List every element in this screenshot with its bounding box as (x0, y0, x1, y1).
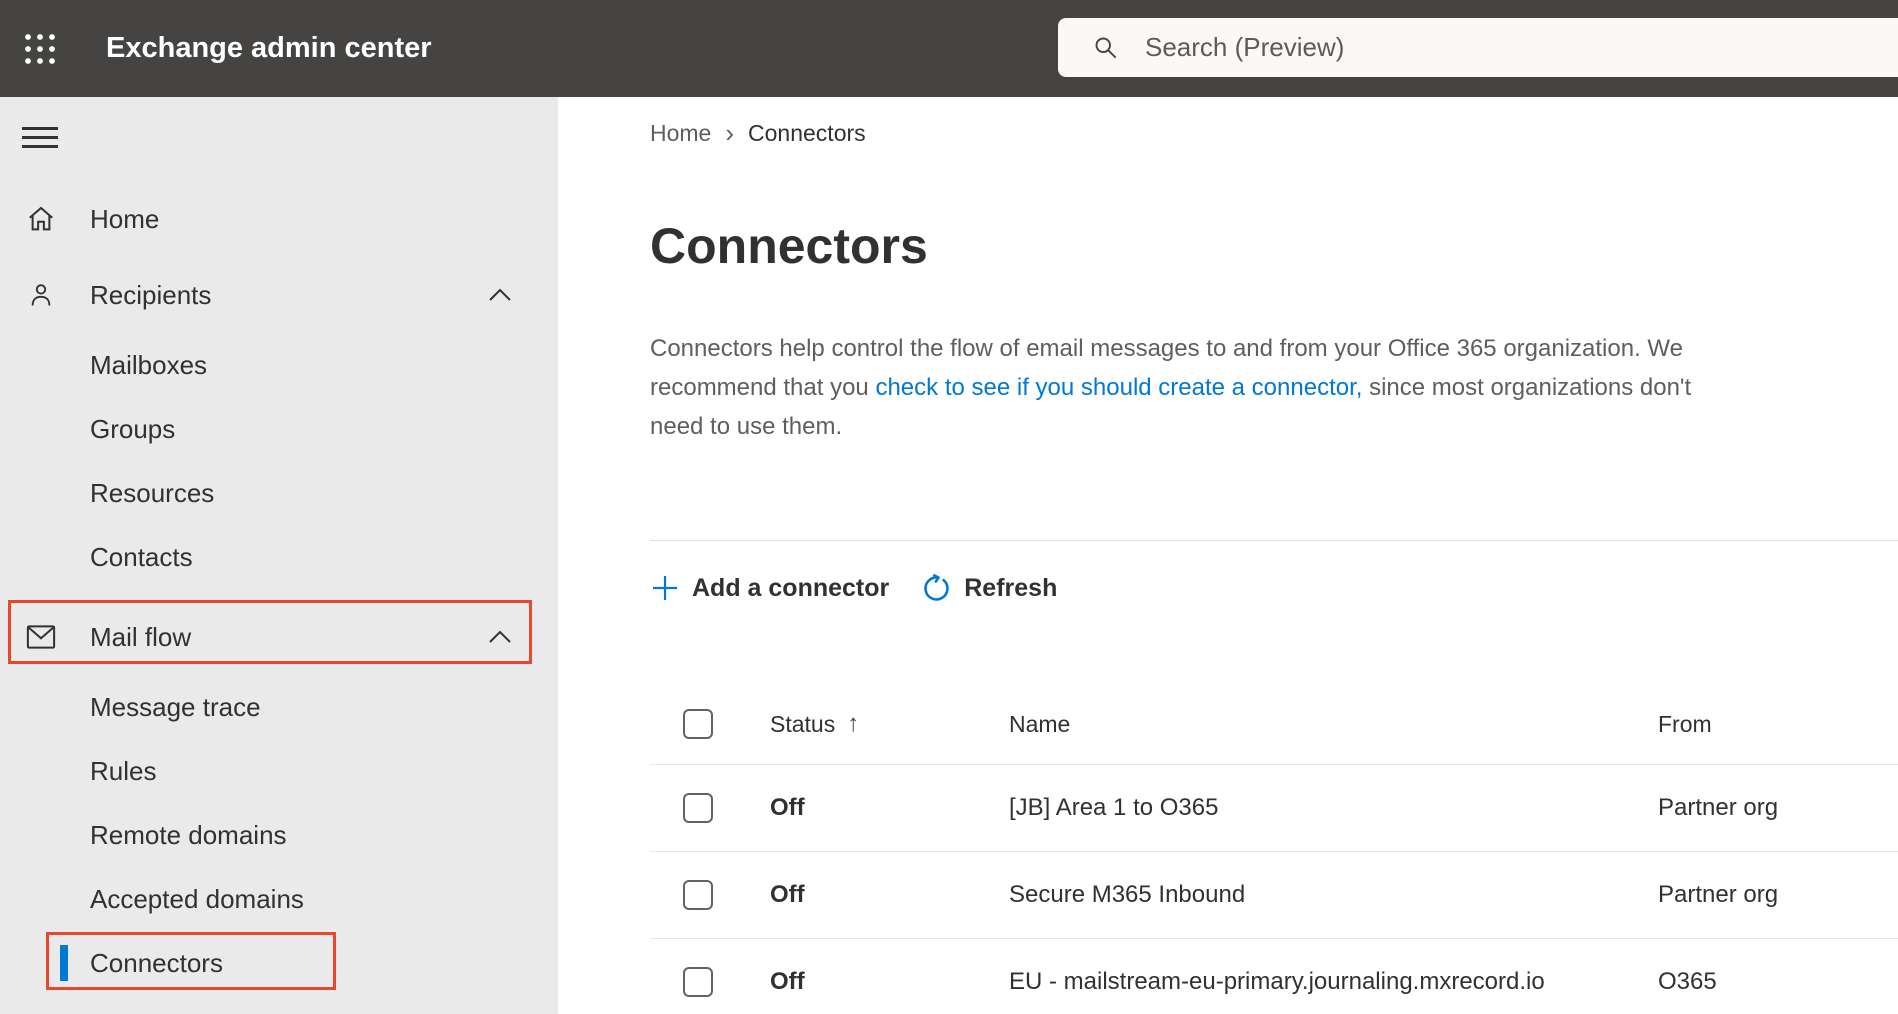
person-icon (26, 280, 56, 310)
connectors-table: Status ↑ Name From Off [JB] Area 1 to O3… (650, 684, 1898, 1014)
toolbar: Add a connector Refresh (650, 565, 1898, 611)
collapse-nav-button[interactable] (22, 117, 62, 157)
status-cell: Off (770, 881, 805, 908)
sidebar-item-label: Rules (90, 755, 157, 786)
column-header-status[interactable]: Status ↑ (770, 710, 1009, 738)
sidebar-item-label: Accepted domains (90, 883, 304, 914)
sidebar-item-mail-flow[interactable]: Mail flow (0, 599, 558, 675)
hamburger-icon (22, 144, 58, 148)
sidebar-item-label: Resources (90, 477, 215, 508)
description-text: recommend that you (650, 374, 876, 401)
name-cell[interactable]: EU - mailstream-eu-primary.journaling.mx… (1009, 968, 1658, 996)
status-cell: Off (770, 968, 805, 995)
from-cell: Partner org (1658, 881, 1779, 908)
column-header-from[interactable]: From (1658, 711, 1898, 738)
column-header-label: Status (770, 710, 836, 737)
hamburger-icon (22, 126, 58, 130)
sidebar-item-label: Recipients (90, 279, 212, 310)
select-all-checkbox[interactable] (683, 709, 713, 739)
page-title: Connectors (650, 218, 928, 274)
app-title: Exchange admin center (106, 32, 432, 64)
breadcrumb: Home › Connectors (650, 97, 1898, 148)
sidebar-item-recipients[interactable]: Recipients (0, 257, 558, 333)
table-header-row: Status ↑ Name From (650, 684, 1898, 765)
sidebar-item-accepted-domains[interactable]: Accepted domains (0, 867, 558, 931)
sidebar-item-home[interactable]: Home (0, 181, 558, 257)
nav-list: Home Recipients Mailboxes Groups Resourc… (0, 181, 558, 995)
app-launcher-button[interactable] (0, 0, 66, 97)
breadcrumb-home-link[interactable]: Home (650, 120, 711, 147)
sidebar-item-label: Home (90, 203, 160, 234)
add-connector-button[interactable]: Add a connector (650, 573, 889, 603)
plus-icon (650, 573, 680, 603)
top-bar: Exchange admin center (0, 0, 1898, 97)
sidebar-item-resources[interactable]: Resources (0, 461, 558, 525)
breadcrumb-separator-icon: › (725, 118, 735, 148)
refresh-label: Refresh (964, 573, 1058, 602)
sidebar-item-label: Message trace (90, 691, 261, 722)
search-input[interactable] (1145, 32, 1898, 63)
select-row-checkbox[interactable] (683, 967, 713, 997)
sidebar-item-label: Mail flow (90, 621, 192, 652)
add-connector-label: Add a connector (692, 573, 890, 602)
envelope-icon (26, 624, 56, 650)
status-cell: Off (770, 794, 805, 821)
from-cell: Partner org (1658, 794, 1779, 821)
page-description: Connectors help control the flow of emai… (650, 329, 1898, 446)
hamburger-icon (22, 135, 58, 139)
waffle-icon (25, 33, 55, 64)
toolbar-divider (650, 540, 1898, 541)
home-icon (26, 204, 56, 234)
main-content: Home › Connectors Connectors Connectors … (558, 97, 1898, 1014)
description-text: need to use them. (650, 413, 843, 440)
name-cell[interactable]: [JB] Area 1 to O365 (1009, 794, 1658, 822)
select-row-checkbox[interactable] (683, 793, 713, 823)
sidebar-item-remote-domains[interactable]: Remote domains (0, 803, 558, 867)
table-row[interactable]: Off Secure M365 Inbound Partner org (650, 852, 1898, 939)
sidebar-item-groups[interactable]: Groups (0, 397, 558, 461)
sidebar-item-label: Connectors (90, 947, 223, 978)
sort-ascending-icon: ↑ (847, 710, 860, 737)
refresh-icon (921, 573, 952, 604)
create-connector-check-link[interactable]: check to see if you should create a conn… (875, 374, 1362, 401)
sidebar-item-connectors[interactable]: Connectors (0, 931, 558, 995)
selected-indicator-bar (60, 945, 68, 981)
refresh-button[interactable]: Refresh (921, 573, 1057, 604)
name-cell[interactable]: Secure M365 Inbound (1009, 881, 1658, 909)
sidebar-item-label: Remote domains (90, 819, 287, 850)
select-row-checkbox[interactable] (683, 880, 713, 910)
table-row[interactable]: Off [JB] Area 1 to O365 Partner org (650, 765, 1898, 852)
column-header-name[interactable]: Name (1009, 711, 1658, 738)
sidebar-item-label: Groups (90, 413, 176, 444)
sidebar-item-label: Mailboxes (90, 349, 208, 380)
description-text: since most organizations don't (1362, 374, 1692, 401)
from-cell: O365 (1658, 968, 1717, 995)
sidebar-item-rules[interactable]: Rules (0, 739, 558, 803)
sidebar-item-mailboxes[interactable]: Mailboxes (0, 333, 558, 397)
table-row[interactable]: Off EU - mailstream-eu-primary.journalin… (650, 939, 1898, 1014)
left-navigation: Home Recipients Mailboxes Groups Resourc… (0, 97, 558, 1014)
search-icon (1095, 37, 1117, 59)
chevron-up-icon (488, 287, 512, 303)
sidebar-item-contacts[interactable]: Contacts (0, 525, 558, 589)
global-search-box[interactable] (1058, 18, 1898, 77)
description-text: Connectors help control the flow of emai… (650, 335, 1683, 362)
sidebar-item-message-trace[interactable]: Message trace (0, 675, 558, 739)
chevron-up-icon (488, 629, 512, 645)
sidebar-item-label: Contacts (90, 541, 193, 572)
breadcrumb-current: Connectors (748, 119, 866, 146)
